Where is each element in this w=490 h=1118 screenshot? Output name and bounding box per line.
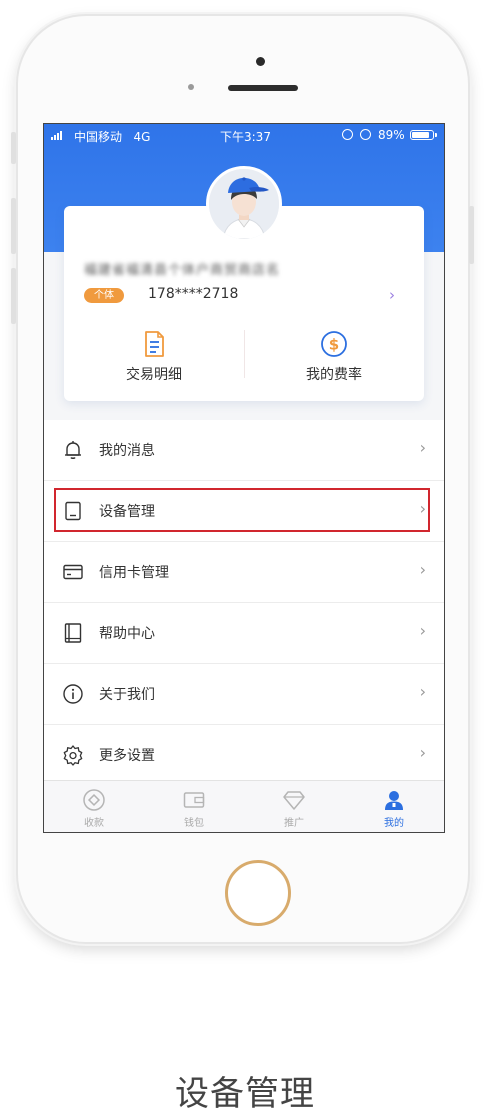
menu-item-messages[interactable]: 我的消息 › [44, 420, 444, 481]
chevron-right-icon: › [419, 743, 426, 762]
chevron-right-icon: › [419, 499, 426, 518]
phone-number: 178****2718 [148, 286, 239, 302]
bell-icon [65, 441, 81, 459]
quick-action-label: 我的费率 [306, 367, 362, 383]
tab-mine[interactable]: 我的 [344, 781, 444, 832]
menu-item-more-settings[interactable]: 更多设置 › [44, 725, 444, 785]
menu-item-device-management[interactable]: 设备管理 › [44, 481, 444, 542]
quick-actions-divider [244, 330, 245, 378]
network-label: 4G [133, 130, 151, 144]
tab-label: 收款 [84, 818, 104, 829]
battery-percent: 89% [378, 128, 405, 142]
tab-bar: 收款 钱包 推广 我的 [44, 780, 444, 832]
earpiece-dot [256, 57, 265, 66]
merchant-name: 福建省福清县个体户商贸商店名 [84, 263, 281, 278]
avatar[interactable] [206, 166, 282, 242]
info-icon [63, 684, 83, 704]
battery-icon [410, 130, 437, 140]
volume-down-button [11, 268, 16, 324]
menu-item-credit-card[interactable]: 信用卡管理 › [44, 542, 444, 603]
home-button[interactable] [225, 860, 291, 926]
chevron-right-icon: › [419, 682, 426, 701]
tab-label: 钱包 [184, 818, 204, 829]
book-icon [64, 623, 82, 643]
chevron-right-icon: › [419, 438, 426, 457]
credit-card-icon [63, 564, 83, 580]
quick-action-transactions[interactable]: 交易明细 [84, 330, 224, 384]
avatar-illustration [209, 169, 279, 239]
app-screen: 中国移动 4G 下午3:37 89% 福建省福清县个体户商贸商店名 个体 178… [43, 123, 445, 833]
menu-item-label: 关于我们 [99, 687, 155, 703]
person-icon [385, 791, 403, 810]
tab-label: 我的 [384, 818, 404, 829]
diamond-icon [283, 791, 305, 810]
caption-title: 设备管理 [175, 1074, 315, 1114]
menu-item-label: 我的消息 [99, 443, 155, 459]
svg-text:$: $ [329, 336, 339, 354]
front-camera [188, 84, 194, 90]
document-icon [145, 331, 164, 357]
carrier-label: 中国移动 4G [74, 130, 151, 144]
power-button [469, 206, 474, 264]
menu-item-label: 更多设置 [99, 748, 155, 764]
menu-item-label: 设备管理 [99, 504, 155, 520]
alarm-icon [360, 129, 371, 140]
tab-receive[interactable]: 收款 [44, 781, 144, 832]
menu-item-label: 信用卡管理 [99, 565, 169, 581]
menu-item-help-center[interactable]: 帮助中心 › [44, 603, 444, 664]
merchant-type-badge: 个体 [84, 288, 124, 303]
receive-icon [83, 789, 105, 811]
chevron-right-icon: › [419, 560, 426, 579]
chevron-right-icon: › [419, 621, 426, 640]
tab-wallet[interactable]: 钱包 [144, 781, 244, 832]
wallet-icon [183, 792, 205, 808]
gear-icon [63, 745, 83, 766]
menu-list: 我的消息 › 设备管理 › 信用卡管理 › 帮助中心 › 关于我们 › 更多设置… [44, 420, 444, 785]
tab-label: 推广 [284, 818, 304, 829]
volume-up-button [11, 198, 16, 254]
chevron-right-icon[interactable]: › [389, 286, 395, 304]
mute-switch [11, 132, 16, 164]
menu-item-about-us[interactable]: 关于我们 › [44, 664, 444, 725]
quick-action-label: 交易明细 [126, 367, 182, 383]
signal-icon [51, 131, 62, 140]
menu-item-label: 帮助中心 [99, 626, 155, 642]
quick-action-rates[interactable]: $ 我的费率 [264, 330, 404, 384]
rotation-lock-icon [342, 129, 353, 140]
clock: 下午3:37 [220, 130, 271, 144]
device-icon [65, 501, 81, 521]
speaker-grille [228, 85, 298, 91]
tab-promote[interactable]: 推广 [244, 781, 344, 832]
dollar-circle-icon: $ [321, 331, 347, 357]
status-bar: 中国移动 4G 下午3:37 89% [44, 124, 444, 146]
